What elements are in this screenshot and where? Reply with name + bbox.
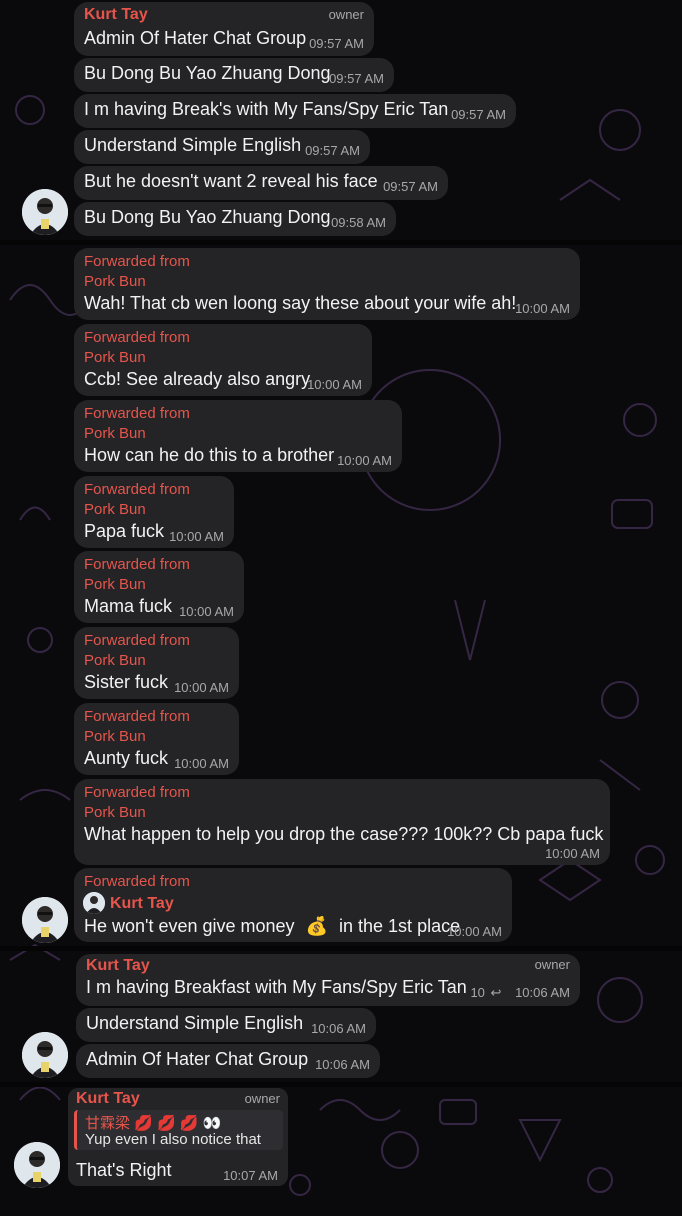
separator (0, 1082, 682, 1087)
owner-badge: owner (534, 957, 570, 972)
sender-avatar[interactable] (22, 1032, 68, 1078)
message-time: 09:57 AM (383, 179, 438, 194)
message-text: Bu Dong Bu Yao Zhuang Dong (84, 207, 331, 227)
message-text-before: He won't even give money (84, 916, 295, 936)
sender-avatar[interactable] (22, 189, 68, 235)
message-time: 09:57 AM (309, 36, 364, 51)
forwarded-label: Forwarded from (84, 556, 190, 573)
forwarded-label: Forwarded from (84, 708, 190, 725)
message-bubble-2[interactable]: Bu Dong Bu Yao Zhuang Dong 09:57 AM (74, 58, 394, 92)
forward-source[interactable]: Pork Bun (84, 501, 146, 518)
forwarded-label: Forwarded from (84, 632, 190, 649)
message-text: Sister fuck (84, 672, 169, 692)
quoted-reply[interactable]: 甘霖梁 💋 💋 💋 👀 Yup even I also notice that (74, 1110, 283, 1150)
sender-name[interactable]: Kurt Tay (86, 957, 150, 975)
quoted-sender: 甘霖梁 💋 💋 💋 👀 (85, 1115, 222, 1132)
message-time: 10:07 AM (223, 1168, 278, 1183)
reply-message-bubble[interactable]: Kurt Tay owner 甘霖梁 💋 💋 💋 👀 Yup even I al… (68, 1088, 288, 1186)
forward-source[interactable]: Pork Bun (84, 349, 146, 366)
forwarded-bubble-1[interactable]: Forwarded from Pork Bun Wah! That cb wen… (74, 248, 580, 320)
forward-source[interactable]: Pork Bun (84, 728, 146, 745)
owner-badge: owner (244, 1091, 280, 1106)
separator (0, 240, 682, 245)
message-text: But he doesn't want 2 reveal his face (84, 171, 378, 191)
message-bubble-1[interactable]: Kurt Tay owner Admin Of Hater Chat Group… (74, 2, 374, 56)
message-text: I m having Break's with My Fans/Spy Eric… (84, 99, 449, 119)
message-time: 09:58 AM (331, 215, 386, 230)
separator (0, 946, 682, 951)
message-bubble-g3-1[interactable]: Kurt Tay owner I m having Breakfast with… (76, 954, 580, 1006)
message-text: He won't even give money 💰 in the 1st pl… (84, 916, 460, 937)
message-text-after: in the 1st place (339, 916, 461, 936)
message-text: I m having Breakfast with My Fans/Spy Er… (86, 977, 467, 997)
message-text: Understand Simple English (86, 1013, 304, 1033)
message-time: 09:57 AM (451, 107, 506, 122)
message-time: 09:57 AM (329, 71, 384, 86)
sender-avatar[interactable] (14, 1142, 60, 1188)
forwarded-label: Forwarded from (84, 784, 190, 801)
forwarded-bubble-7[interactable]: Forwarded from Pork Bun Aunty fuck 10:00… (74, 703, 239, 775)
message-time: 10:06 AM (515, 985, 570, 1000)
message-bubble-6[interactable]: Bu Dong Bu Yao Zhuang Dong 09:58 AM (74, 202, 396, 236)
forward-source[interactable]: Pork Bun (84, 576, 146, 593)
message-time: 10:00 AM (174, 680, 229, 695)
message-text: Admin Of Hater Chat Group (84, 28, 307, 48)
message-text: Mama fuck (84, 596, 173, 616)
message-text: How can he do this to a brother (84, 445, 335, 465)
forwarded-bubble-6[interactable]: Forwarded from Pork Bun Sister fuck 10:0… (74, 627, 239, 699)
forwarded-bubble-9[interactable]: Forwarded from Kurt Tay He won't even gi… (74, 868, 512, 942)
owner-badge: owner (328, 7, 364, 22)
message-time: 09:57 AM (305, 143, 360, 158)
message-bubble-3[interactable]: I m having Break's with My Fans/Spy Eric… (74, 94, 516, 128)
forward-source[interactable]: Pork Bun (84, 652, 146, 669)
forwarded-bubble-4[interactable]: Forwarded from Pork Bun Papa fuck 10:00 … (74, 476, 234, 548)
message-time: 10:00 AM (515, 301, 570, 316)
forwarded-label: Forwarded from (84, 329, 190, 346)
message-text: Aunty fuck (84, 748, 169, 768)
sender-avatar[interactable] (22, 897, 68, 943)
forwarded-label: Forwarded from (84, 253, 190, 270)
forwarded-label: Forwarded from (84, 405, 190, 422)
message-time: 10:06 AM (315, 1057, 370, 1072)
message-bubble-g3-3[interactable]: Admin Of Hater Chat Group 10:06 AM (76, 1044, 380, 1078)
forwarded-label: Forwarded from (84, 481, 190, 498)
money-bag-emoji: 💰 (305, 916, 328, 936)
message-text: Ccb! See already also angry (84, 369, 311, 389)
message-text: What happen to help you drop the case???… (84, 824, 604, 844)
reply-arrow-icon[interactable]: ↩ (491, 985, 502, 1000)
sender-name[interactable]: Kurt Tay (84, 6, 148, 24)
message-time: 10:00 AM (169, 529, 224, 544)
message-meta: 10 ↩ 10:06 AM (470, 985, 570, 1001)
forwarded-bubble-2[interactable]: Forwarded from Pork Bun Ccb! See already… (74, 324, 372, 396)
forwarded-bubble-5[interactable]: Forwarded from Pork Bun Mama fuck 10:00 … (74, 551, 244, 623)
message-text: Wah! That cb wen loong say these about y… (84, 293, 517, 313)
message-time: 10:00 AM (447, 924, 502, 939)
sender-name[interactable]: Kurt Tay (76, 1090, 140, 1108)
forwarded-label: Forwarded from (84, 873, 190, 890)
forward-source[interactable]: Pork Bun (84, 425, 146, 442)
forwarded-bubble-3[interactable]: Forwarded from Pork Bun How can he do th… (74, 400, 402, 472)
message-text: Understand Simple English (84, 135, 302, 155)
message-text: Admin Of Hater Chat Group (86, 1049, 309, 1069)
message-text: That's Right (76, 1160, 172, 1180)
quoted-text: Yup even I also notice that (85, 1131, 261, 1148)
forwarded-bubble-8[interactable]: Forwarded from Pork Bun What happen to h… (74, 779, 610, 865)
forward-source[interactable]: Pork Bun (84, 273, 146, 290)
message-time: 10:06 AM (311, 1021, 366, 1036)
message-text: Bu Dong Bu Yao Zhuang Dong (84, 63, 331, 83)
message-time: 10:00 AM (179, 604, 234, 619)
message-text: Papa fuck (84, 521, 165, 541)
message-time: 10:00 AM (307, 377, 362, 392)
message-bubble-g3-2[interactable]: Understand Simple English 10:06 AM (76, 1008, 376, 1042)
message-bubble-5[interactable]: But he doesn't want 2 reveal his face 09… (74, 166, 448, 200)
message-time: 10:00 AM (545, 846, 600, 861)
forward-source[interactable]: Kurt Tay (110, 895, 174, 913)
message-bubble-4[interactable]: Understand Simple English 09:57 AM (74, 130, 370, 164)
forward-source[interactable]: Pork Bun (84, 804, 146, 821)
message-time: 10:00 AM (174, 756, 229, 771)
message-time: 10:00 AM (337, 453, 392, 468)
reply-count[interactable]: 10 (470, 985, 484, 1000)
forward-source-avatar (83, 892, 105, 914)
